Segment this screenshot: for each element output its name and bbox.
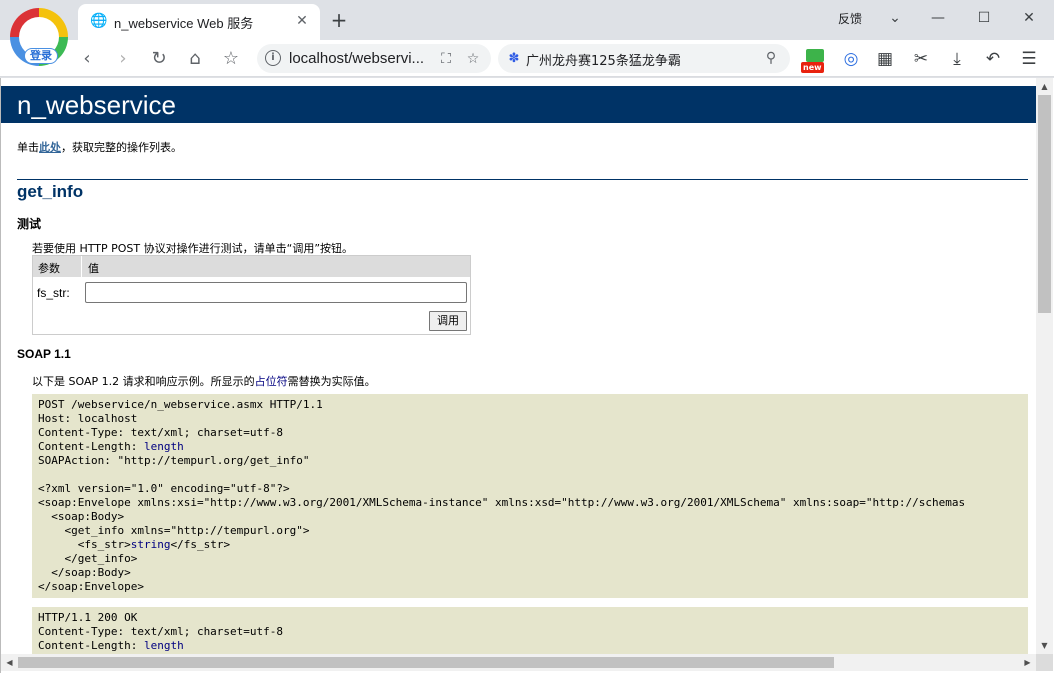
screenshot-icon[interactable]: ⛶ (437, 50, 455, 68)
parameter-table-header: 参数 值 (33, 256, 470, 277)
code-line: <?xml version="1.0" encoding="utf-8"?> (38, 482, 290, 495)
soap-desc-placeholder: 占位符 (254, 375, 288, 388)
code-line: <get_info xmlns="http://tempurl.org"> (38, 524, 310, 537)
operations-list-link[interactable]: 此处 (39, 141, 61, 154)
vertical-scrollbar[interactable]: ▲ ▼ (1036, 78, 1053, 654)
baidu-paw-icon: ✽ (508, 51, 520, 66)
close-window-button[interactable]: ✕ (1016, 7, 1042, 29)
intro-prefix: 单击 (17, 141, 39, 154)
site-info-icon[interactable]: i (265, 50, 281, 66)
test-description: 若要使用 HTTP POST 协议对操作进行测试，请单击“调用”按钮。 (32, 242, 354, 255)
globe-icon: 🌐 (90, 13, 108, 29)
scroll-up-arrow-icon[interactable]: ▲ (1036, 78, 1053, 95)
header-separator (81, 256, 82, 277)
soap-response-sample: HTTP/1.1 200 OK Content-Type: text/xml; … (32, 607, 1028, 654)
forward-icon[interactable]: › (110, 46, 136, 72)
code-line: </soap:Body> (38, 566, 131, 579)
length-placeholder: length (143, 639, 184, 652)
code-line: </get_info> (38, 552, 138, 565)
code-line: HTTP/1.1 200 OK (38, 611, 138, 624)
menu-icon[interactable]: ☰ (1016, 46, 1042, 72)
soap-description: 以下是 SOAP 1.2 请求和响应示例。所显示的占位符需替换为实际值。 (32, 373, 376, 389)
tab-title: n_webservice Web 服务 (114, 16, 254, 31)
code-line: Content-Length: (38, 440, 144, 453)
login-button[interactable]: 登录 (24, 48, 58, 64)
address-url[interactable]: localhost/webservi... (289, 50, 424, 67)
undo-icon[interactable]: ↶ (980, 46, 1006, 72)
fs-str-input[interactable] (85, 282, 467, 303)
feedback-button[interactable]: 反馈 (838, 10, 862, 27)
code-line: Content-Type: text/xml; charset=utf-8 (38, 426, 284, 439)
code-line: Host: localhost (38, 412, 138, 425)
test-heading: 测试 (17, 217, 42, 231)
mouse-gesture-icon[interactable]: ◎ (838, 46, 864, 72)
code-line: Content-Type: text/xml; charset=utf-8 (38, 625, 284, 638)
code-line: <soap:Body> (38, 510, 125, 523)
soap-heading: SOAP 1.1 (17, 347, 71, 361)
minimize-button[interactable]: — (925, 7, 951, 29)
page-title: n_webservice (17, 90, 176, 120)
title-bar: 🌐 n_webservice Web 服务 ✕ + 反馈 ⌄ — ☐ ✕ (0, 0, 1054, 40)
back-icon[interactable]: ‹ (74, 46, 100, 72)
value-column-header: 值 (88, 262, 99, 275)
intro-text: 单击此处，获取完整的操作列表。 (17, 139, 182, 155)
scroll-right-arrow-icon[interactable]: ▶ (1019, 654, 1036, 671)
tab-close-icon[interactable]: ✕ (293, 12, 311, 30)
divider (17, 179, 1028, 180)
scrollbar-corner (1036, 654, 1053, 671)
page-content: n_webservice 单击此处，获取完整的操作列表。 get_info 测试… (1, 78, 1036, 654)
code-line: SOAPAction: "http://tempurl.org/get_info… (38, 454, 310, 467)
fs-str-label: fs_str: (37, 286, 70, 300)
home-icon[interactable]: ⌂ (182, 46, 208, 72)
intro-suffix: ，获取完整的操作列表。 (61, 141, 182, 154)
string-placeholder: string (130, 538, 171, 551)
active-tab[interactable]: 🌐 n_webservice Web 服务 ✕ (78, 4, 320, 40)
code-line: Content-Length: (38, 639, 144, 652)
invoke-button[interactable]: 调用 (429, 311, 467, 331)
scissors-icon[interactable]: ✂ (908, 46, 934, 72)
param-column-header: 参数 (38, 262, 60, 275)
download-icon[interactable]: ⤓ (944, 46, 970, 72)
browser-toolbar: ‹ › ↻ ⌂ ☆ i localhost/webservi... ⛶ ☆ ✽ … (0, 40, 1054, 77)
maximize-button[interactable]: ☐ (971, 7, 997, 29)
new-badge: new (801, 62, 824, 73)
operation-title: get_info (17, 182, 84, 201)
address-bar[interactable]: i localhost/webservi... ⛶ ☆ (257, 44, 491, 73)
code-line: POST /webservice/n_webservice.asmx HTTP/… (38, 398, 323, 411)
code-line: </fs_str> (170, 538, 231, 551)
code-line: <fs_str> (38, 538, 131, 551)
search-query[interactable]: 广州龙舟赛125条猛龙争霸 (526, 50, 681, 69)
soap-desc-suffix: 需替换为实际值。 (287, 375, 376, 388)
favorite-star-icon[interactable]: ☆ (218, 46, 244, 72)
scroll-down-arrow-icon[interactable]: ▼ (1036, 637, 1053, 654)
code-line: </soap:Envelope> (38, 580, 144, 593)
new-tab-button[interactable]: + (328, 9, 350, 31)
bookmark-star-icon[interactable]: ☆ (464, 50, 482, 68)
apps-grid-icon[interactable]: ▦ (872, 46, 898, 72)
scroll-left-arrow-icon[interactable]: ◀ (1, 654, 18, 671)
search-box[interactable]: ✽ 广州龙舟赛125条猛龙争霸 ⚲ (498, 44, 790, 73)
horizontal-scroll-thumb[interactable] (18, 657, 834, 668)
code-line: <soap:Envelope xmlns:xsi="http://www.w3.… (38, 496, 966, 509)
soap-request-sample: POST /webservice/n_webservice.asmx HTTP/… (32, 394, 1028, 598)
search-icon[interactable]: ⚲ (762, 49, 780, 67)
parameter-table: 参数 值 fs_str: 调用 (32, 255, 471, 335)
soap-desc-prefix: 以下是 SOAP 1.2 请求和响应示例。所显示的 (32, 375, 255, 388)
game-icon[interactable] (806, 49, 824, 62)
service-header: n_webservice (1, 86, 1036, 123)
horizontal-scrollbar[interactable]: ◀ ▶ (1, 654, 1036, 671)
tab-list-dropdown-icon[interactable]: ⌄ (882, 7, 908, 29)
page-viewport: n_webservice 单击此处，获取完整的操作列表。 get_info 测试… (0, 78, 1054, 673)
length-placeholder: length (143, 440, 184, 453)
reload-icon[interactable]: ↻ (146, 46, 172, 72)
browser-logo[interactable]: 登录 (10, 8, 68, 66)
vertical-scroll-thumb[interactable] (1038, 95, 1051, 313)
